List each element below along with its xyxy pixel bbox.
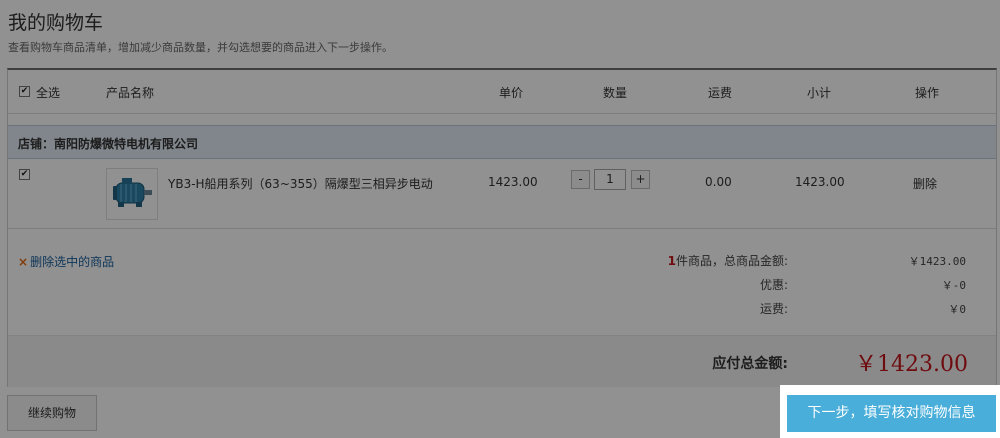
unit-price: 1423.00 (488, 175, 538, 189)
freight-label: 运费: (759, 302, 788, 316)
item-count-suffix: 件商品，总商品金额: (675, 254, 788, 268)
quantity-decrease-button[interactable]: - (571, 170, 590, 189)
item-count-line: 1件商品，总商品金额: (668, 252, 788, 269)
payable-total: ￥1423.00 (855, 352, 968, 377)
total-bar: 应付总金额: ￥1423.00 (8, 335, 996, 387)
shipping-fee: 0.00 (705, 175, 732, 189)
item-count: 1 (667, 254, 676, 268)
header-quantity: 数量 (603, 86, 628, 100)
delete-selected-link[interactable]: × 删除选中的商品 (18, 253, 114, 270)
quantity-increase-button[interactable]: + (631, 170, 650, 189)
freight-value: ￥0 (948, 303, 966, 316)
shop-bar: 店铺：南阳防爆微特电机有限公司 (8, 125, 996, 159)
close-icon: × (18, 255, 29, 269)
select-all-checkbox[interactable]: ✔ (19, 86, 30, 97)
table-row: ✔ YB3-H船用系列（63~355）隔爆型三相异步电动 1423.00 - 1… (8, 158, 996, 229)
payable-label: 应付总金额: (712, 356, 788, 372)
header-shipping: 运费 (708, 86, 733, 100)
cart-table: ✔ 全选 产品名称 单价 数量 运费 小计 操作 店铺：南阳防爆微特电机有限公司… (7, 68, 997, 387)
discount-value: ￥-0 (941, 279, 966, 292)
header-product-name: 产品名称 (106, 86, 155, 100)
cart-summary: × 删除选中的商品 1件商品，总商品金额: ￥1423.00 优惠: ￥-0 运费… (8, 229, 996, 335)
page-subtitle: 查看购物车商品清单，增加减少商品数量，并勾选想要的商品进入下一步操作。 (8, 41, 393, 54)
shop-name[interactable]: 店铺：南阳防爆微特电机有限公司 (18, 135, 198, 152)
product-name-link[interactable]: YB3-H船用系列（63~355）隔爆型三相异步电动 (168, 175, 433, 192)
product-thumbnail[interactable] (106, 168, 158, 220)
header-action: 操作 (915, 86, 940, 100)
continue-shopping-button[interactable]: 继续购物 (7, 395, 97, 431)
select-all-label: 全选 (36, 86, 61, 100)
discount-label: 优惠: (759, 278, 788, 292)
item-subtotal: 1423.00 (795, 175, 845, 189)
item-checkbox[interactable]: ✔ (19, 169, 30, 180)
header-subtotal: 小计 (807, 86, 832, 100)
page-title: 我的购物车 (8, 12, 104, 34)
delete-selected-label: 删除选中的商品 (30, 255, 115, 269)
delete-item-link[interactable]: 删除 (913, 175, 937, 192)
motor-image (113, 178, 152, 207)
goods-total: ￥1423.00 (908, 255, 966, 268)
table-header: ✔ 全选 产品名称 单价 数量 运费 小计 操作 (8, 70, 996, 114)
next-step-button[interactable]: 下一步，填写核对购物信息 (787, 395, 996, 432)
quantity-input[interactable]: 1 (594, 169, 626, 190)
header-unit-price: 单价 (499, 86, 524, 100)
